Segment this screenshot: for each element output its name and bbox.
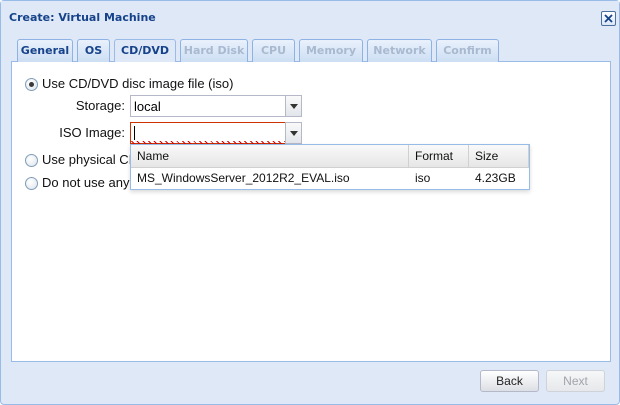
storage-combo[interactable]: local [130, 95, 302, 117]
back-button[interactable]: Back [480, 370, 539, 392]
iso-image-combo[interactable] [130, 122, 302, 144]
column-header-name[interactable]: Name [131, 145, 409, 168]
iso-format-cell: iso [415, 171, 431, 185]
tab-hard-disk[interactable]: Hard Disk [180, 39, 248, 62]
storage-dropdown-trigger[interactable] [285, 95, 302, 117]
iso-size-cell: 4.23GB [475, 171, 516, 185]
storage-value: local [134, 99, 161, 114]
tab-general[interactable]: General [17, 39, 73, 62]
storage-label: Storage: [75, 98, 125, 113]
radio-iso-label[interactable]: Use CD/DVD disc image file (iso) [42, 76, 233, 91]
iso-picker-header: Name Format Size [131, 145, 529, 168]
next-button[interactable]: Next [546, 370, 605, 392]
radio-none-label[interactable]: Do not use any r [42, 175, 137, 190]
tab-cpu[interactable]: CPU [252, 39, 295, 62]
radio-physical[interactable] [25, 154, 38, 167]
radio-none[interactable] [25, 177, 38, 190]
create-vm-dialog: Create: Virtual Machine General OS CD/DV… [0, 0, 620, 405]
tab-confirm[interactable]: Confirm [436, 39, 499, 62]
radio-iso[interactable] [25, 78, 38, 91]
iso-name-cell: MS_WindowsServer_2012R2_EVAL.iso [137, 171, 350, 185]
column-header-format[interactable]: Format [409, 145, 469, 168]
iso-picker-dropdown: Name Format Size MS_WindowsServer_2012R2… [130, 144, 530, 190]
radio-physical-label[interactable]: Use physical CD [42, 152, 138, 167]
column-header-size[interactable]: Size [469, 145, 529, 168]
close-icon [604, 14, 613, 23]
chevron-down-icon [290, 131, 298, 136]
chevron-down-icon [290, 104, 298, 109]
tab-os[interactable]: OS [77, 39, 110, 62]
iso-picker-row[interactable]: MS_WindowsServer_2012R2_EVAL.iso iso 4.2… [131, 168, 529, 189]
tab-network[interactable]: Network [367, 39, 432, 62]
tab-memory[interactable]: Memory [299, 39, 363, 62]
close-button[interactable] [601, 11, 616, 26]
tab-bar: General OS CD/DVD Hard Disk CPU Memory N… [11, 33, 611, 63]
tab-cd-dvd[interactable]: CD/DVD [114, 39, 176, 63]
text-cursor [134, 126, 135, 140]
iso-dropdown-trigger[interactable] [285, 122, 302, 144]
iso-image-label: ISO Image: [59, 125, 125, 140]
dialog-titlebar[interactable]: Create: Virtual Machine [1, 1, 619, 33]
dialog-title: Create: Virtual Machine [9, 11, 156, 24]
